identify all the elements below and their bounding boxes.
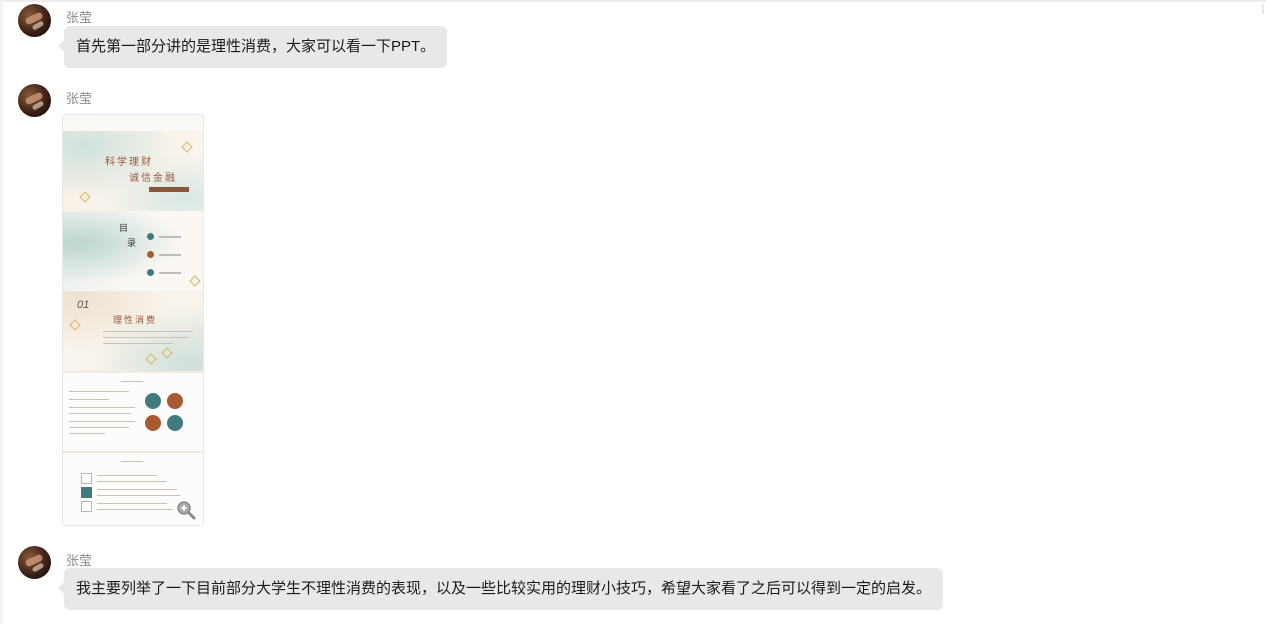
sender-name: 张莹: [66, 553, 93, 568]
toc-dot: [147, 233, 154, 240]
ppt-slide-section: 01 理性消费: [63, 291, 203, 371]
text-line: [69, 427, 129, 428]
circle-icon: [145, 393, 161, 409]
checkbox-square: [81, 473, 92, 484]
text-line: [69, 421, 135, 422]
circle-icon: [145, 415, 161, 431]
toc-title-2: 录: [127, 239, 137, 249]
ppt-image-thumbnail[interactable]: 科学理财 诚信金融 目 录 01 理性消费: [62, 114, 204, 526]
cover-title-line2: 诚信金融: [129, 173, 177, 184]
checkbox-square: [81, 487, 92, 498]
text-line: [97, 475, 157, 476]
gold-leaf-decoration: [189, 275, 201, 287]
window-left-border: [0, 0, 3, 624]
text-line: [69, 391, 129, 392]
ppt-slide-toc: 目 录: [63, 211, 203, 291]
scrollbar-thumb[interactable]: [1262, 4, 1264, 14]
checkbox-square: [81, 501, 92, 512]
text-line: [69, 399, 109, 400]
toc-item-line: [159, 254, 181, 256]
toc-title-1: 目: [119, 224, 129, 234]
text-line: [69, 413, 131, 414]
gold-leaf-decoration: [79, 191, 91, 203]
message-bubble[interactable]: 首先第一部分讲的是理性消费，大家可以看一下PPT。: [57, 26, 448, 68]
text-line: [97, 509, 173, 510]
toc-item-line: [159, 272, 181, 274]
sender-name: 张莹: [66, 91, 93, 106]
text-line: [121, 461, 143, 462]
avatar[interactable]: [18, 84, 51, 117]
text-line: [69, 407, 135, 408]
cover-tag-bar: [149, 187, 189, 192]
toc-dot: [147, 269, 154, 276]
text-line: [103, 331, 193, 332]
text-line: [97, 503, 167, 504]
cover-title-line1: 科学理财: [105, 157, 153, 168]
window-top-border: [0, 0, 1266, 2]
toc-dot: [147, 251, 154, 258]
text-line: [97, 481, 167, 482]
gold-leaf-decoration: [69, 319, 81, 331]
text-line: [97, 489, 177, 490]
ppt-slide-cover: 科学理财 诚信金融: [63, 131, 203, 211]
message-bubble[interactable]: 我主要列举了一下目前部分大学生不理性消费的表现，以及一些比较实用的理财小技巧，希…: [57, 568, 944, 610]
section-number: 01: [77, 299, 90, 311]
circle-icon: [167, 415, 183, 431]
section-title: 理性消费: [113, 316, 158, 326]
sender-name: 张莹: [66, 10, 93, 25]
text-line: [97, 495, 181, 496]
gold-leaf-decoration: [145, 353, 157, 365]
zoom-in-icon[interactable]: [176, 500, 196, 520]
gold-leaf-decoration: [161, 347, 173, 359]
text-line: [121, 381, 143, 382]
text-line: [69, 433, 105, 434]
ppt-slide-content: [63, 371, 203, 453]
avatar[interactable]: [18, 4, 51, 37]
text-line: [103, 337, 189, 338]
gold-leaf-decoration: [181, 141, 193, 153]
toc-item-line: [159, 236, 181, 238]
text-line: [103, 343, 173, 344]
avatar[interactable]: [18, 546, 51, 579]
circle-icon: [167, 393, 183, 409]
